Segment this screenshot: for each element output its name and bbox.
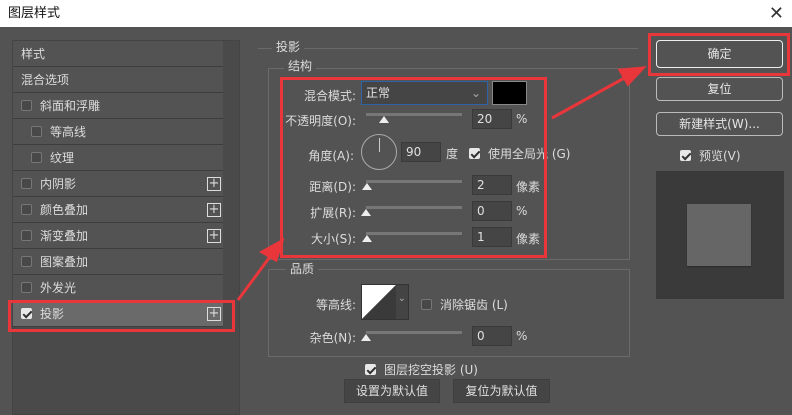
annotation-arrows bbox=[236, 66, 647, 301]
arrow-to-ok bbox=[551, 74, 629, 120]
arrow-head bbox=[617, 66, 647, 87]
arrow-head bbox=[258, 237, 285, 263]
arrow-to-structure bbox=[236, 253, 274, 301]
